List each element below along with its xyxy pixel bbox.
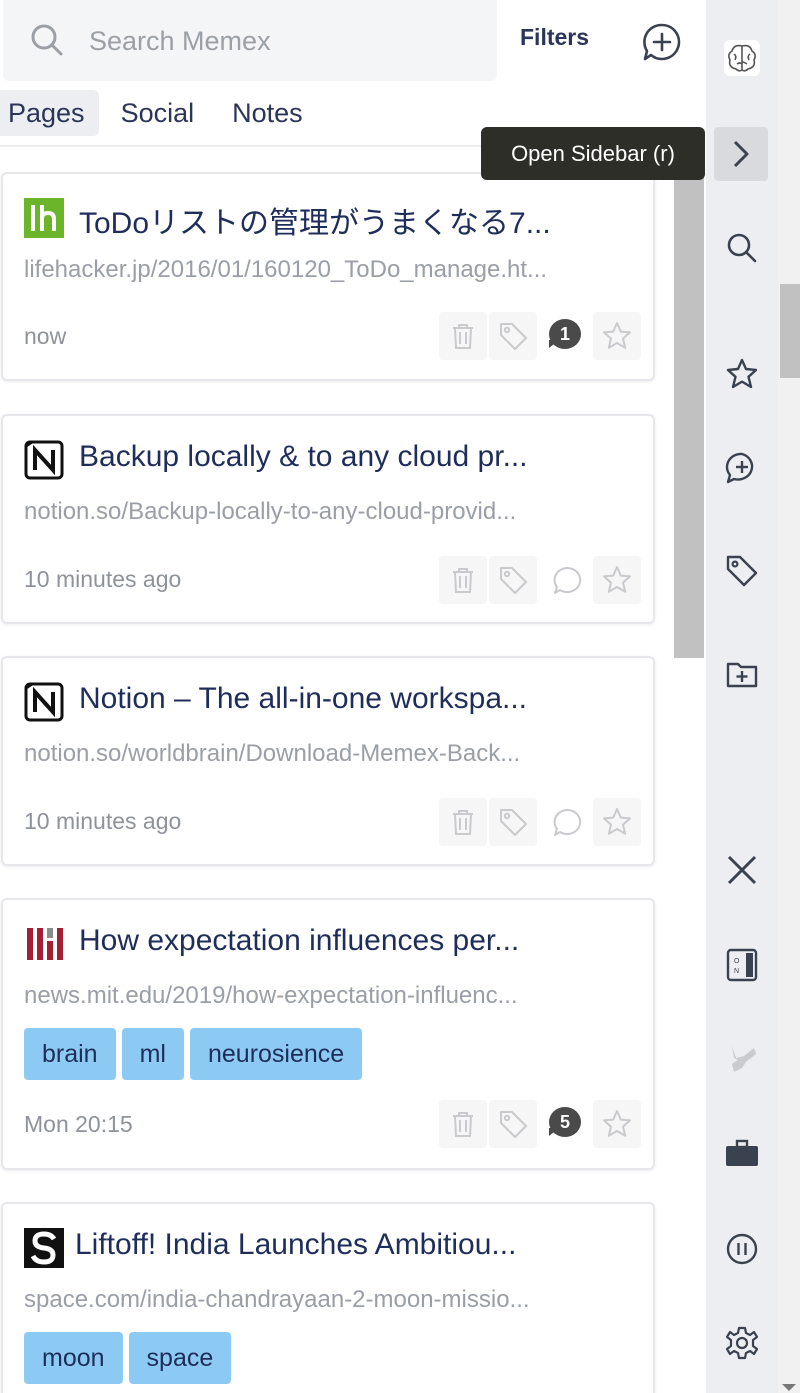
results-scrollbar-thumb[interactable] [674,170,704,658]
card-actions: 1 [439,312,641,360]
tag-pill[interactable]: moon [24,1332,123,1384]
search-icon [31,24,63,56]
result-card[interactable]: Notion – The all-in-one workspa... notio… [1,656,655,866]
tab-pages[interactable]: Pages [0,90,99,136]
add-to-collection-icon[interactable] [724,656,760,692]
page-time: 10 minutes ago [24,808,182,834]
tag-pill[interactable]: brain [24,1028,116,1080]
toolbox-icon[interactable] [724,1136,760,1172]
page-url: lifehacker.jp/2016/01/160120_ToDo_manage… [24,256,548,283]
svg-text:N: N [734,968,739,975]
trash-icon [453,324,473,349]
delete-button[interactable] [439,798,487,846]
page-url: space.com/india-chandrayaan-2-moon-missi… [24,1286,530,1313]
add-comment-icon[interactable] [642,22,682,62]
trash-icon [453,1112,473,1137]
tag-icon [500,567,527,594]
delete-button[interactable] [439,556,487,604]
search-bar [3,0,497,81]
comment-icon [553,808,582,836]
delete-button[interactable] [439,1100,487,1148]
page-title[interactable]: Backup locally & to any cloud pr... [79,440,528,474]
comment-button[interactable]: 1 [543,312,591,360]
tag-icon [500,323,527,350]
mit-favicon [27,928,63,960]
gear-icon[interactable] [724,1325,760,1361]
star-icon [603,1110,631,1137]
scroll-down-arrow[interactable] [782,1384,796,1391]
tag-icon [500,809,527,836]
comment-button[interactable] [543,798,591,846]
search-icon[interactable] [724,230,760,266]
close-icon[interactable] [724,852,760,888]
page-url: notion.so/worldbrain/Download-Memex-Back… [24,740,521,767]
reader-icon[interactable]: ON [724,947,760,983]
search-input[interactable] [87,20,481,62]
tag-pill[interactable]: neurosience [189,1028,363,1080]
lifehacker-favicon [24,198,64,238]
comment-button[interactable] [543,556,591,604]
tag-list: brain ml neurosience [24,1028,363,1080]
memex-brain-icon[interactable] [724,40,760,76]
tag-icon [500,1111,527,1138]
results-list: ToDoリストの管理がうまくなる7... lifehacker.jp/2016/… [0,147,672,1393]
card-actions [439,798,641,846]
chevron-right-icon [733,140,749,168]
bookmark-button[interactable] [593,1100,641,1148]
star-icon[interactable] [724,356,760,392]
star-icon [603,808,631,835]
tag-button[interactable] [489,312,537,360]
page-url: news.mit.edu/2019/how-expectation-influe… [24,982,518,1009]
star-icon [603,322,631,349]
comment-count-badge: 5 [549,1107,581,1137]
page-scrollbar[interactable] [778,0,800,1393]
page-scrollbar-thumb[interactable] [780,284,800,378]
svg-text:O: O [734,958,740,965]
delete-button[interactable] [439,312,487,360]
bookmark-button[interactable] [593,312,641,360]
tab-bar: Pages Social Notes [0,90,317,136]
tag-button[interactable] [489,798,537,846]
tag-button[interactable] [489,556,537,604]
tag-list: moon space [24,1332,232,1384]
page-title[interactable]: How expectation influences per... [79,924,519,958]
result-card[interactable]: Backup locally & to any cloud pr... noti… [1,414,655,624]
bookmark-button[interactable] [593,798,641,846]
notion-favicon [24,682,64,722]
tab-social[interactable]: Social [107,90,209,136]
tag-button[interactable] [489,1100,537,1148]
open-sidebar-button[interactable] [714,127,768,181]
notion-favicon [24,440,64,480]
comment-count-badge: 1 [549,319,581,349]
space-favicon [24,1228,64,1268]
highlighter-icon[interactable] [724,1042,760,1078]
page-title[interactable]: ToDoリストの管理がうまくなる7... [79,198,551,242]
tag-pill[interactable]: ml [121,1028,184,1080]
tooltip: Open Sidebar (r) [481,127,705,180]
trash-icon [453,810,473,835]
comment-button[interactable]: 5 [543,1100,591,1148]
tag-pill[interactable]: space [128,1332,232,1384]
page-time: 10 minutes ago [24,566,182,592]
result-card[interactable]: Liftoff! India Launches Ambitiou... spac… [1,1202,655,1393]
filters-button[interactable]: Filters [520,24,589,51]
page-time: now [24,323,67,349]
page-url: notion.so/Backup-locally-to-any-cloud-pr… [24,498,517,525]
page-title[interactable]: Notion – The all-in-one workspa... [79,682,527,716]
tag-icon[interactable] [724,553,760,589]
bookmark-button[interactable] [593,556,641,604]
result-card[interactable]: ToDoリストの管理がうまくなる7... lifehacker.jp/2016/… [1,172,655,381]
tab-notes[interactable]: Notes [218,90,317,136]
pause-icon[interactable] [724,1231,760,1267]
page-title[interactable]: Liftoff! India Launches Ambitiou... [75,1228,516,1262]
trash-icon [453,568,473,593]
ribbon: ON [706,0,778,1393]
result-card[interactable]: How expectation influences per... news.m… [1,898,655,1170]
card-actions: 5 [439,1100,641,1148]
comment-icon [553,566,582,594]
star-icon [603,566,631,593]
card-actions [439,556,641,604]
page-time: Mon 20:15 [24,1111,133,1137]
add-comment-icon[interactable] [724,450,760,486]
